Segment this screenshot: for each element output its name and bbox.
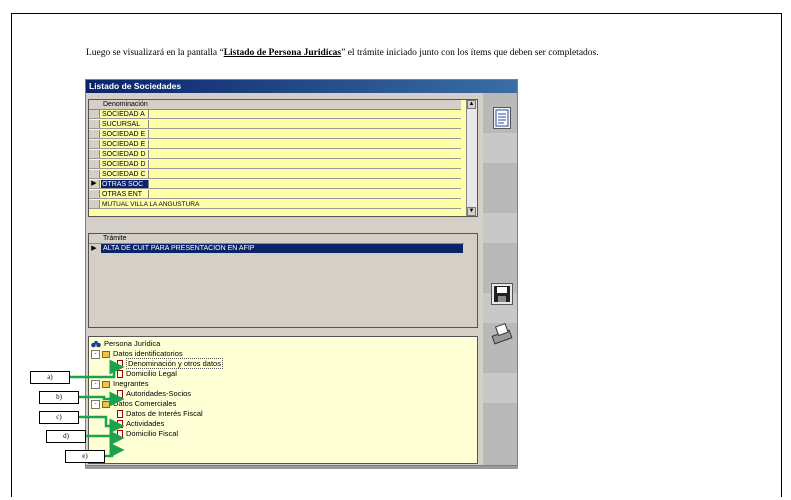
- arrow-c: [79, 415, 125, 434]
- annotation-arrows: [70, 359, 125, 458]
- arrow-e: [105, 442, 125, 458]
- arrow-b: [79, 391, 125, 407]
- arrow-a: [70, 359, 125, 379]
- arrow-d: [86, 430, 125, 446]
